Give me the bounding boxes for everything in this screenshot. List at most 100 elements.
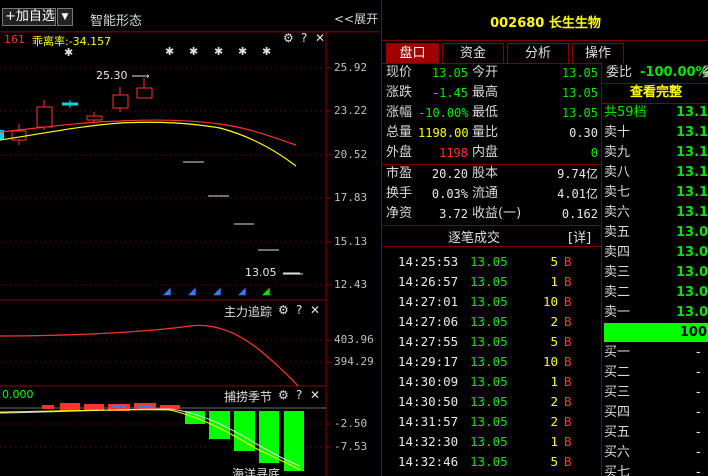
price-axis-label: 23.22 bbox=[334, 104, 368, 117]
season-close-icon[interactable]: ✕ bbox=[310, 388, 320, 402]
main-force-gear-icon[interactable]: ⚙ bbox=[278, 303, 289, 317]
season-gear-icon[interactable]: ⚙ bbox=[278, 388, 289, 402]
stock-code: 002680 bbox=[490, 16, 545, 31]
trade-row: 14:26:57 13.05 1 B bbox=[382, 272, 597, 292]
orderbook-total-label: 共59档 bbox=[604, 105, 647, 120]
trade-price: 13.05 bbox=[470, 414, 508, 429]
trade-volume: 2 bbox=[550, 414, 558, 429]
trade-volume: 2 bbox=[550, 314, 558, 329]
bid-label: 买七 bbox=[604, 465, 631, 476]
view-full-orderbook-button[interactable]: 查看完整 bbox=[630, 83, 682, 103]
quote-value: 13.05 bbox=[561, 106, 598, 120]
trade-volume: 5 bbox=[550, 454, 558, 469]
main-force-close-icon[interactable]: ✕ bbox=[310, 303, 320, 317]
trade-row: 14:27:01 13.05 10 B bbox=[382, 292, 597, 312]
trade-price: 13.05 bbox=[470, 294, 508, 309]
ask-row[interactable]: 卖三 13.07 bbox=[604, 263, 708, 283]
bid-row[interactable]: 买一 - bbox=[604, 343, 708, 363]
tab-analysis[interactable]: 分析 bbox=[507, 43, 569, 63]
orderbook-total-price: 13.19 bbox=[676, 105, 708, 120]
fund-value: 3.72 bbox=[439, 207, 468, 221]
tab-handicap[interactable]: 盘口 bbox=[386, 43, 439, 63]
trade-side: B bbox=[564, 294, 572, 309]
ask-row[interactable]: 卖十 13.18 bbox=[604, 123, 708, 143]
trade-price: 13.05 bbox=[470, 274, 508, 289]
ask-price: 13.07 bbox=[676, 265, 708, 280]
ask-row[interactable]: 卖五 13.09 bbox=[604, 223, 708, 243]
trade-time: 14:30:50 bbox=[398, 394, 459, 409]
trade-time: 14:30:09 bbox=[398, 374, 459, 389]
trade-side: B bbox=[564, 274, 572, 289]
ask-row[interactable]: 卖七 13.11 bbox=[604, 183, 708, 203]
candlesticks bbox=[0, 78, 303, 275]
trade-price: 13.05 bbox=[470, 434, 508, 449]
season-axis-label: -7.53 bbox=[334, 440, 368, 453]
main-force-help-icon[interactable]: ? bbox=[296, 303, 302, 317]
quote-key: 今开 bbox=[472, 65, 499, 80]
chart-canvas: ✱ ✱ ✱ ✱ ✱ ✱ → ◢ ◢ ◢ ◢ ◢ bbox=[0, 31, 380, 476]
ask-row[interactable]: 卖八 13.12 bbox=[604, 163, 708, 183]
svg-text:◢: ◢ bbox=[163, 286, 171, 297]
quote-value: 13.05 bbox=[431, 66, 468, 80]
trade-side: B bbox=[564, 334, 572, 349]
bid-row[interactable]: 买六 - bbox=[604, 443, 708, 463]
trades-detail-link[interactable]: [详] bbox=[568, 227, 591, 246]
trade-price: 13.05 bbox=[470, 254, 508, 269]
svg-text:✱: ✱ bbox=[214, 45, 223, 58]
ask-row[interactable]: 卖九 13.15 bbox=[604, 143, 708, 163]
trade-row: 14:30:50 13.05 2 B bbox=[382, 392, 597, 412]
fund-value: 4.01亿 bbox=[557, 187, 598, 201]
trade-side: B bbox=[564, 354, 572, 369]
ask-row[interactable]: 卖一 13.05 bbox=[604, 303, 708, 323]
bid-row[interactable]: 买四 - bbox=[604, 403, 708, 423]
bid-row[interactable]: 买五 - bbox=[604, 423, 708, 443]
ask-label: 卖二 bbox=[604, 285, 631, 300]
trade-side: B bbox=[564, 314, 572, 329]
quote-row: 外盘 1198 内盘 0 bbox=[382, 143, 602, 163]
season-help-icon[interactable]: ? bbox=[296, 388, 302, 402]
high-price-marker: 25.30 bbox=[96, 69, 128, 82]
ask-price: 13.18 bbox=[676, 125, 708, 140]
bid-row[interactable]: 买二 - bbox=[604, 363, 708, 383]
svg-text:✱: ✱ bbox=[165, 45, 174, 58]
svg-text:◢: ◢ bbox=[238, 286, 246, 297]
fundamentals-row: 换手 0.03% 流通 4.01亿 bbox=[382, 184, 602, 204]
season-title: 捕捞季节 bbox=[224, 390, 273, 404]
quote-value: 0.30 bbox=[569, 126, 598, 140]
bid-row[interactable]: 买三 - bbox=[604, 383, 708, 403]
trade-row: 14:27:06 13.05 2 B bbox=[382, 312, 597, 332]
quote-key: 涨跌 bbox=[386, 85, 413, 100]
quote-key: 涨幅 bbox=[386, 105, 413, 120]
fund-key: 收益(一) bbox=[472, 206, 522, 221]
ask-row[interactable]: 卖二 13.06 bbox=[604, 283, 708, 303]
ask-label: 卖七 bbox=[604, 185, 631, 200]
bid-label: 买一 bbox=[604, 345, 631, 360]
ask-row[interactable]: 卖四 13.08 bbox=[604, 243, 708, 263]
svg-text:◢: ◢ bbox=[262, 286, 270, 297]
svg-text:◢: ◢ bbox=[188, 286, 196, 297]
trade-volume: 10 bbox=[542, 354, 558, 369]
svg-text:→: → bbox=[142, 72, 150, 82]
quote-row: 现价 13.05 今开 13.05 bbox=[382, 63, 602, 83]
quote-row: 总量 1198.00 量比 0.30 bbox=[382, 123, 602, 143]
quote-key: 最低 bbox=[472, 105, 499, 120]
quote-value: 13.05 bbox=[561, 86, 598, 100]
tab-operation[interactable]: 操作 bbox=[572, 43, 624, 63]
trade-time: 14:31:57 bbox=[398, 414, 459, 429]
trade-row: 14:31:57 13.05 2 B bbox=[382, 412, 597, 432]
orderbook-total-row: 共59档 13.19 bbox=[604, 103, 708, 123]
trade-row: 14:25:53 13.05 5 B bbox=[382, 252, 597, 272]
kline-chart-area[interactable]: +加自选 ▼ 智能形态 <<展开 161 乖离率:-34.157 ⚙ ? ✕ ✱… bbox=[0, 0, 380, 476]
svg-text:✱: ✱ bbox=[262, 45, 271, 58]
price-axis-label: 17.83 bbox=[334, 191, 368, 204]
trade-price: 13.05 bbox=[470, 394, 508, 409]
trade-side: B bbox=[564, 254, 572, 269]
signal-arrows: ◢ ◢ ◢ ◢ ◢ bbox=[163, 286, 270, 297]
bid-row[interactable]: 买七 - bbox=[604, 463, 708, 476]
trade-volume: 5 bbox=[550, 334, 558, 349]
tab-funds[interactable]: 资金 bbox=[442, 43, 504, 63]
trade-price: 13.05 bbox=[470, 354, 508, 369]
ask-label: 卖五 bbox=[604, 225, 631, 240]
volume-ratio-bar: 100 bbox=[604, 323, 708, 342]
ask-row[interactable]: 卖六 13.10 bbox=[604, 203, 708, 223]
